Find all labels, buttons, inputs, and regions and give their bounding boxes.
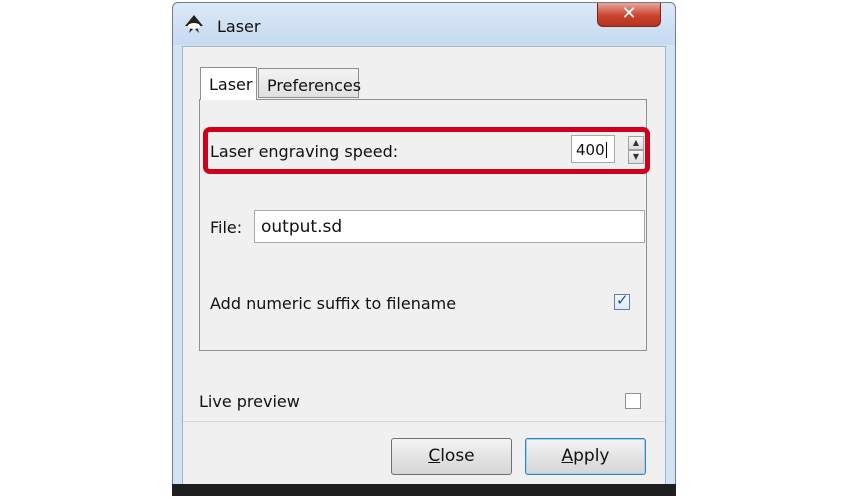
button-separator xyxy=(183,421,665,422)
suffix-checkbox[interactable] xyxy=(614,291,630,310)
inkscape-logo-icon xyxy=(185,15,203,33)
live-preview-checkbox[interactable] xyxy=(625,393,641,409)
speed-spin-buttons: ▲ ▼ xyxy=(628,136,644,164)
speed-label: Laser engraving speed: xyxy=(210,142,399,161)
suffix-label: Add numeric suffix to filename xyxy=(210,294,457,313)
window-close-button[interactable]: ✕ xyxy=(597,3,661,27)
speed-spinbox-input[interactable]: 400 xyxy=(571,135,615,163)
tab-preferences[interactable]: Preferences xyxy=(258,68,361,98)
spin-down-icon[interactable]: ▼ xyxy=(628,150,644,164)
file-label: File: xyxy=(210,218,243,237)
close-button[interactable]: Close xyxy=(391,438,512,475)
apply-button[interactable]: Apply xyxy=(525,438,646,475)
dialog-client-area: Laser Preferences Laser engraving speed:… xyxy=(182,46,666,486)
window-title: Laser xyxy=(217,17,261,36)
title-bar[interactable]: Laser ✕ xyxy=(173,3,675,45)
tab-laser[interactable]: Laser xyxy=(200,67,257,100)
live-preview-label: Live preview xyxy=(199,392,300,411)
spin-up-icon[interactable]: ▲ xyxy=(628,136,644,150)
laser-dialog-window: Laser ✕ Laser Preferences Laser engravin… xyxy=(172,2,676,496)
window-bottom-edge xyxy=(172,484,676,496)
file-name-input[interactable]: output.sd xyxy=(254,210,645,243)
